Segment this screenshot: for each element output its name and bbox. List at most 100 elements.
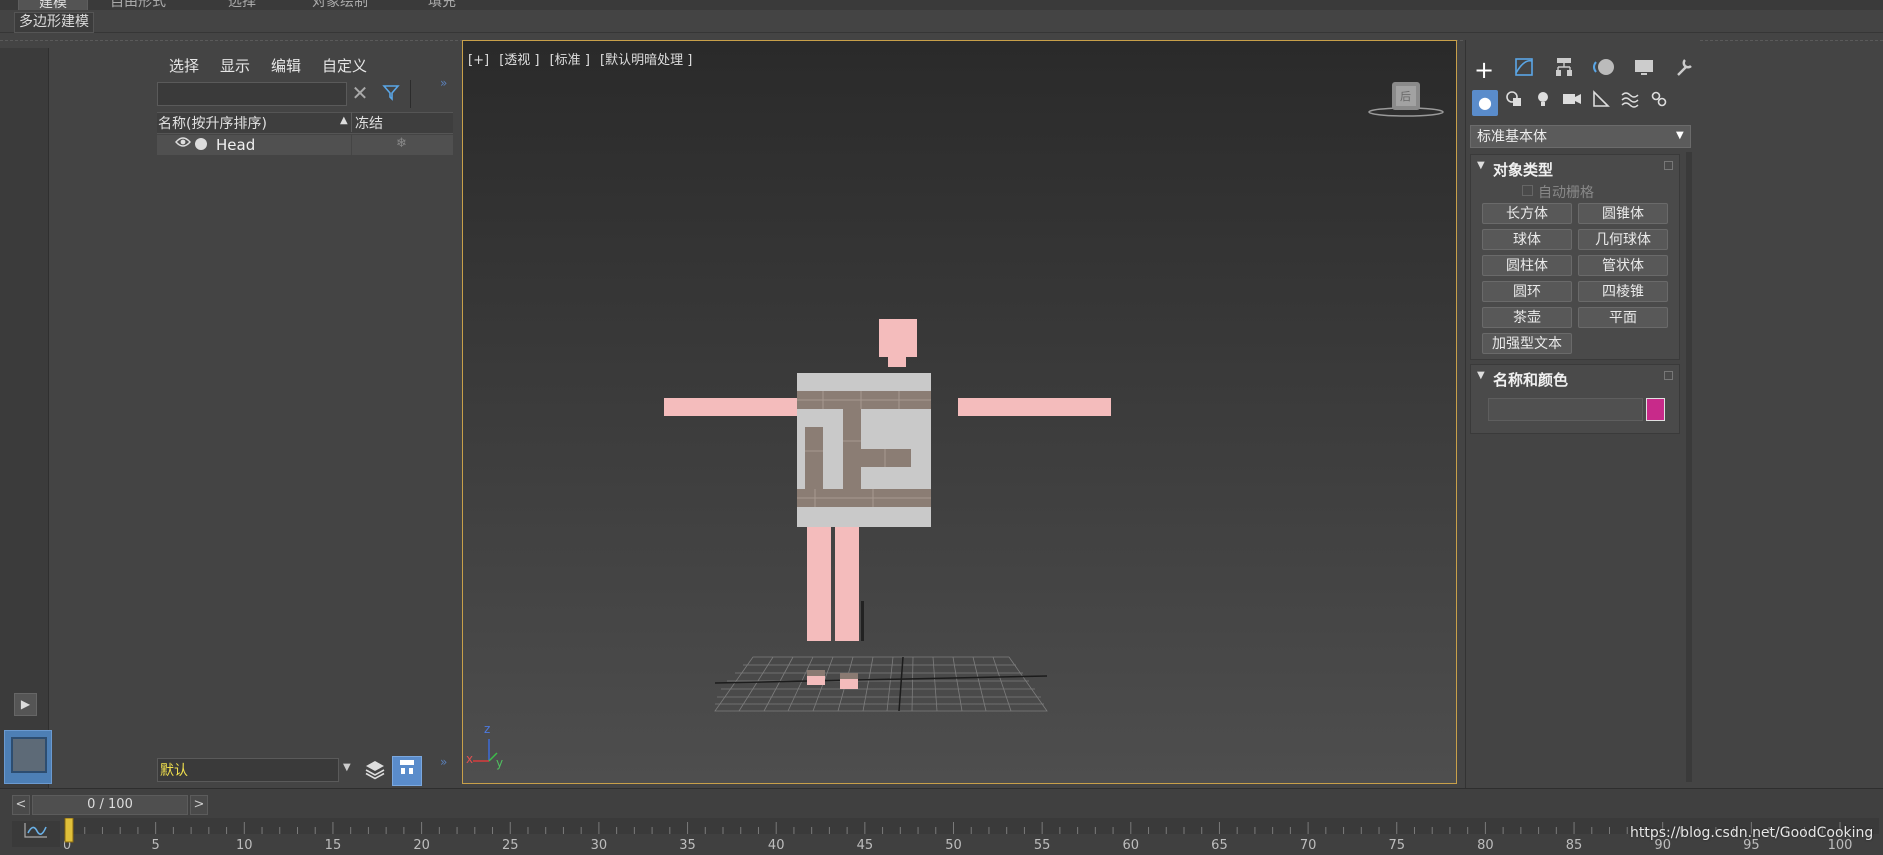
- geometry-icon[interactable]: ●: [1472, 90, 1498, 116]
- lights-icon[interactable]: [1530, 90, 1556, 116]
- command-panel-scrollbar[interactable]: [1686, 152, 1692, 782]
- cone-button[interactable]: 圆锥体: [1578, 203, 1668, 224]
- box-button[interactable]: 长方体: [1482, 203, 1572, 224]
- geosphere-button[interactable]: 几何球体: [1578, 229, 1668, 250]
- freeze-snowflake-icon[interactable]: ❄: [396, 136, 407, 151]
- collapse-arrow-icon[interactable]: ▼: [1477, 370, 1485, 381]
- visibility-eye-icon[interactable]: [175, 136, 191, 152]
- create-icon[interactable]: +: [1468, 56, 1500, 84]
- dropdown-arrow-icon[interactable]: ▼: [1676, 130, 1684, 141]
- tab-freeform[interactable]: 自由形式: [110, 0, 166, 10]
- expand-icon[interactable]: »: [440, 76, 447, 90]
- column-name-header[interactable]: 名称(按升序排序): [158, 113, 267, 133]
- clear-icon[interactable]: ✕: [350, 82, 370, 104]
- autogrid-label: 自动栅格: [1538, 185, 1594, 201]
- column-divider[interactable]: [351, 112, 352, 132]
- collapse-arrow-icon[interactable]: ▼: [1477, 160, 1485, 171]
- viewport-pov-menu[interactable]: [透视 ]: [499, 53, 539, 68]
- right-arm: [958, 398, 1111, 416]
- timeline-labels: 0 5 10 15 20 25 30 35 40 45 50 55 60 65 70 75 80 85 90 95 10…: [64, 838, 1852, 853]
- menu-customize[interactable]: 自定义: [322, 55, 367, 76]
- grip-icon: [1664, 161, 1673, 170]
- cameras-icon[interactable]: [1559, 90, 1585, 116]
- axis-tripod: [473, 739, 498, 762]
- row-name[interactable]: Head: [216, 136, 255, 154]
- play-icon[interactable]: ▶: [14, 693, 37, 716]
- pyramid-button[interactable]: 四棱锥: [1578, 281, 1668, 302]
- viewport-layout-button[interactable]: [4, 730, 52, 784]
- layout-icon: [11, 737, 47, 773]
- column-divider: [351, 135, 352, 155]
- tube-button[interactable]: 管状体: [1578, 255, 1668, 276]
- tab-modeling[interactable]: 建模: [18, 0, 88, 10]
- right-ankle: [840, 673, 858, 679]
- autogrid-checkbox[interactable]: [1522, 185, 1533, 196]
- motion-icon[interactable]: [1588, 56, 1620, 84]
- object-category-dropdown[interactable]: 标准基本体: [1470, 125, 1691, 148]
- hierarchy-icon[interactable]: [1548, 56, 1580, 84]
- tab-populate[interactable]: 填充: [428, 0, 456, 10]
- timeline-label: 60: [1123, 838, 1140, 853]
- dropdown-arrow-icon[interactable]: ▼: [343, 762, 351, 773]
- sphere-button[interactable]: 球体: [1482, 229, 1572, 250]
- timeline-label: 25: [502, 838, 519, 853]
- column-freeze-header[interactable]: 冻结: [355, 113, 383, 133]
- sort-by-hierarchy-icon[interactable]: [392, 756, 422, 786]
- ribbon-panel: [0, 10, 1883, 33]
- render-dot-icon[interactable]: [195, 138, 207, 150]
- watermark-text: https://blog.csdn.net/GoodCooking: [1630, 825, 1874, 841]
- object-name-input[interactable]: [1488, 398, 1643, 421]
- shapes-icon[interactable]: [1501, 90, 1527, 116]
- timeline-label: 40: [768, 838, 785, 853]
- viewcube[interactable]: 后: [1366, 76, 1446, 122]
- track-bar[interactable]: 0 5 10 15 20 25 30 35 40 45 50 55 60 65 70 75 80 85 90 95 10…: [64, 818, 1879, 854]
- teapot-button[interactable]: 茶壶: [1482, 307, 1572, 328]
- viewport-plus-menu[interactable]: [+]: [468, 53, 489, 68]
- timeline-label: 20: [413, 838, 430, 853]
- textplus-button[interactable]: 加强型文本: [1482, 333, 1572, 354]
- display-icon[interactable]: [1628, 56, 1660, 84]
- left-arm: [664, 398, 797, 416]
- layer-select[interactable]: 默认: [157, 758, 339, 782]
- expand-icon[interactable]: »: [440, 755, 447, 769]
- layers-icon[interactable]: [362, 758, 388, 784]
- time-slider[interactable]: 0 / 100: [32, 795, 188, 815]
- home-grid: [714, 656, 1048, 712]
- torus-button[interactable]: 圆环: [1482, 281, 1572, 302]
- polygon-modeling-button[interactable]: 多边形建模: [14, 12, 94, 33]
- spacewarps-icon[interactable]: [1617, 90, 1643, 116]
- torso-brick-pattern: [797, 391, 931, 507]
- cylinder-button[interactable]: 圆柱体: [1482, 255, 1572, 276]
- right-leg: [835, 525, 859, 641]
- filter-icon[interactable]: [380, 82, 402, 104]
- tab-selection[interactable]: 选择: [228, 0, 256, 10]
- timeline-label: 80: [1477, 838, 1494, 853]
- plane-button[interactable]: 平面: [1578, 307, 1668, 328]
- neck: [888, 357, 906, 367]
- axis-label-y: y: [496, 756, 504, 770]
- prev-frame-icon[interactable]: <: [12, 795, 30, 815]
- modify-icon[interactable]: [1508, 56, 1540, 84]
- menu-display[interactable]: 显示: [220, 55, 250, 76]
- sort-ascending-icon: ▲: [340, 115, 348, 126]
- menu-edit[interactable]: 编辑: [271, 55, 301, 76]
- curve-editor-icon[interactable]: [12, 821, 60, 847]
- rollout-title[interactable]: 对象类型: [1493, 159, 1553, 180]
- object-color-swatch[interactable]: [1646, 398, 1665, 421]
- timeline-label: 75: [1388, 838, 1405, 853]
- head: [879, 319, 917, 357]
- next-frame-icon[interactable]: >: [190, 795, 208, 815]
- helpers-icon[interactable]: [1588, 90, 1614, 116]
- search-input[interactable]: [157, 82, 347, 106]
- timeline-label: 30: [591, 838, 608, 853]
- leg-shadow: [861, 601, 864, 641]
- utilities-icon[interactable]: [1668, 56, 1700, 84]
- viewport-standard-menu[interactable]: [标准 ]: [550, 53, 590, 68]
- systems-icon[interactable]: [1646, 90, 1672, 116]
- viewport-shading-menu[interactable]: [默认明暗处理 ]: [600, 53, 692, 68]
- timeline-label: 45: [857, 838, 874, 853]
- perspective-viewport[interactable]: z x y: [462, 40, 1457, 784]
- menu-select[interactable]: 选择: [169, 55, 199, 76]
- rollout-title[interactable]: 名称和颜色: [1493, 369, 1568, 390]
- tab-object-paint[interactable]: 对象绘制: [312, 0, 368, 10]
